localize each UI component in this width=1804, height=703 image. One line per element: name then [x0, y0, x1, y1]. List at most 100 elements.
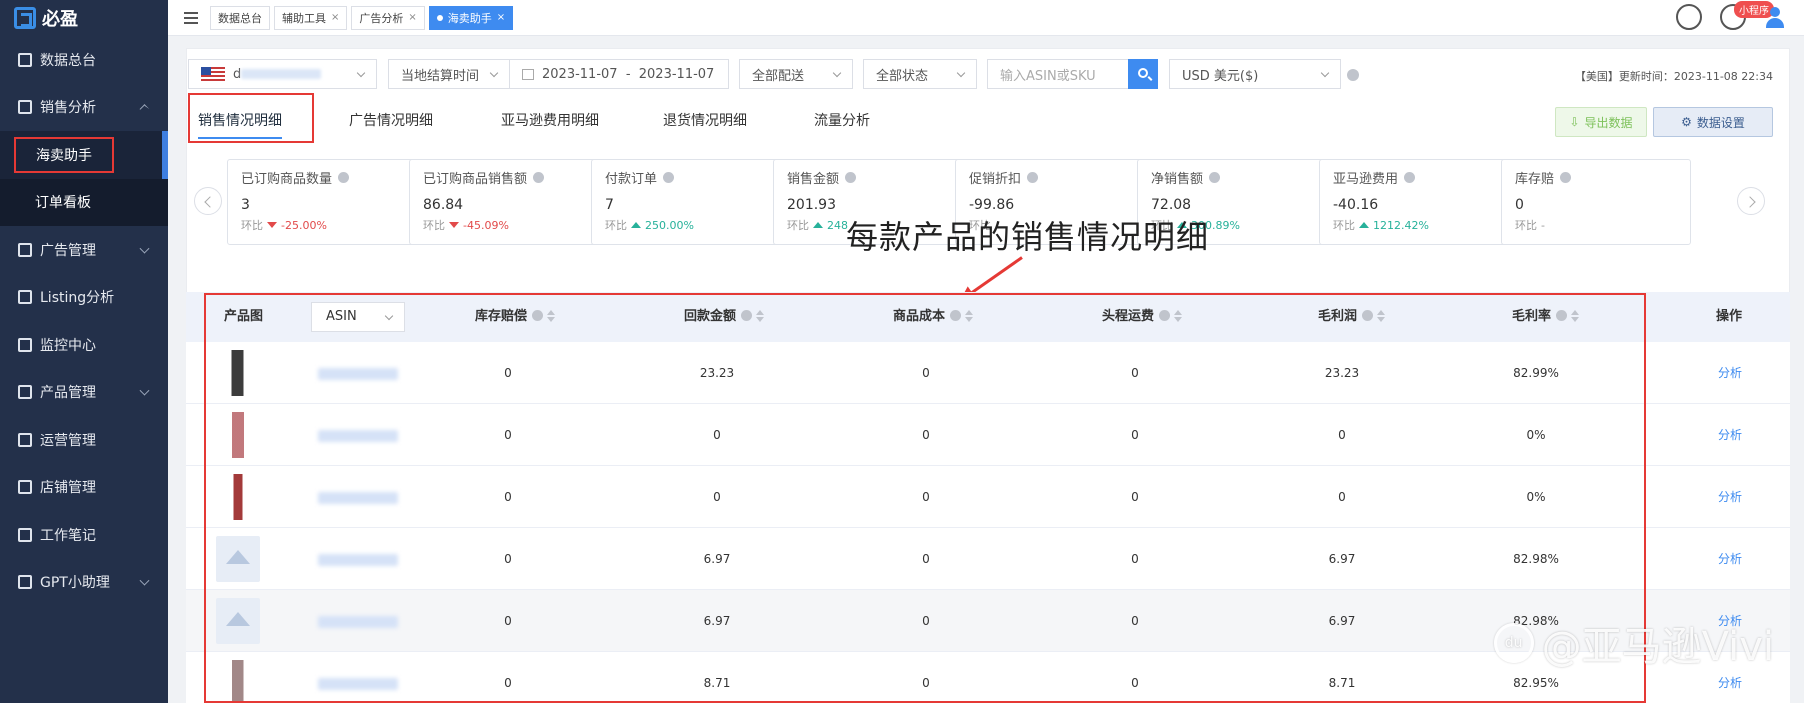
sidebar-item-dashboard[interactable]: 数据总台 [0, 36, 168, 84]
help-icon[interactable] [532, 310, 544, 321]
product-image[interactable] [216, 350, 260, 396]
product-image[interactable] [216, 660, 260, 703]
store-select[interactable]: d [188, 59, 377, 89]
user-icon [18, 432, 32, 447]
status-select[interactable]: 全部状态 [863, 59, 977, 89]
note-icon [18, 527, 32, 542]
header-label: 库存赔偿 [475, 309, 528, 324]
currency-select[interactable]: USD 美元($) [1169, 59, 1341, 89]
help-icon[interactable] [1159, 310, 1171, 321]
date-range-picker[interactable]: 2023-11-07 - 2023-11-07 [509, 59, 729, 89]
help-icon[interactable] [950, 310, 962, 321]
help-icon[interactable] [845, 172, 857, 183]
help-icon[interactable] [741, 310, 753, 321]
sidebar-item-label: Listing分析 [40, 290, 115, 307]
product-image[interactable] [216, 412, 260, 458]
sidebar-item-gpt-assistant[interactable]: GPT小助理 [0, 559, 168, 607]
sidebar-item-work-notes[interactable]: 工作笔记 [0, 511, 168, 559]
metric-change: 环比 1212.42% [1333, 217, 1508, 233]
tab-amazon-fee-detail[interactable]: 亚马逊费用明细 [501, 101, 599, 141]
header-compensation[interactable]: 库存赔偿 [475, 292, 556, 342]
help-icon[interactable] [1347, 69, 1359, 81]
analyze-link[interactable]: 分析 [1670, 466, 1790, 528]
change-prefix: 环比 [241, 219, 263, 232]
close-icon[interactable]: × [331, 12, 339, 23]
close-icon[interactable]: × [408, 12, 416, 23]
sort-icon[interactable] [1174, 310, 1183, 322]
analyze-link[interactable]: 分析 [1670, 342, 1790, 404]
header-cost[interactable]: 商品成本 [893, 292, 974, 342]
metric-value: 3 [241, 197, 250, 213]
sidebar-item-sales-analysis[interactable]: 销售分析 [0, 84, 168, 132]
search-button[interactable] [1128, 59, 1158, 89]
page-tab-ad-analysis[interactable]: 广告分析 × [351, 5, 425, 30]
header-label: 操作 [1716, 309, 1743, 324]
shipping-select[interactable]: 全部配送 [739, 59, 853, 89]
product-image[interactable] [216, 474, 260, 520]
metric-value: 0 [1515, 197, 1524, 213]
help-icon[interactable] [1560, 172, 1572, 183]
sort-icon[interactable] [1377, 310, 1386, 322]
avatar[interactable] [1764, 5, 1786, 29]
product-image[interactable] [216, 598, 260, 644]
sidebar-item-label: 数据总台 [40, 52, 96, 69]
download-icon[interactable] [1676, 4, 1702, 30]
cell-profit: 8.71 [1328, 676, 1356, 690]
sort-icon[interactable] [1571, 310, 1580, 322]
scroll-right-button[interactable] [1737, 187, 1765, 215]
help-icon[interactable] [338, 172, 350, 183]
help-icon[interactable] [1027, 172, 1039, 183]
data-settings-button[interactable]: ⚙ 数据设置 [1653, 107, 1773, 137]
sidebar-item-operations[interactable]: 运营管理 [0, 416, 168, 464]
asin-search-input[interactable]: 输入ASIN或SKU [987, 59, 1129, 89]
help-icon[interactable] [1404, 172, 1416, 183]
analyze-link[interactable]: 分析 [1670, 404, 1790, 466]
sort-icon[interactable] [756, 310, 765, 322]
sidebar: 必盈 数据总台 销售分析 海卖助手 订单看板 广告管理 Listing分析 监控… [0, 0, 168, 703]
tab-return-detail[interactable]: 退货情况明细 [663, 101, 747, 141]
asin-select[interactable]: ASIN [311, 302, 405, 332]
sidebar-item-product-management[interactable]: 产品管理 [0, 369, 168, 417]
sidebar-item-order-board[interactable]: 订单看板 [0, 178, 168, 226]
sidebar-item-listing-analysis[interactable]: Listing分析 [0, 274, 168, 322]
up-arrow-icon [631, 222, 641, 228]
header-profit[interactable]: 毛利润 [1318, 292, 1386, 342]
mini-program-icon[interactable]: 小程序 [1720, 1, 1774, 30]
page-tab-haimai[interactable]: 海卖助手 × [428, 5, 514, 30]
help-icon[interactable] [1556, 310, 1568, 321]
tab-ad-detail[interactable]: 广告情况明细 [349, 101, 433, 141]
metric-label: 亚马逊费用 [1333, 168, 1508, 187]
sort-icon[interactable] [965, 310, 974, 322]
menu-icon[interactable] [184, 9, 198, 27]
sort-icon[interactable] [547, 310, 556, 322]
tab-traffic-analysis[interactable]: 流量分析 [814, 101, 870, 141]
export-button[interactable]: ⇩ 导出数据 [1555, 107, 1647, 137]
help-icon[interactable] [533, 172, 545, 183]
header-refund[interactable]: 回款金额 [684, 292, 765, 342]
store-value: d [233, 66, 242, 82]
header-margin[interactable]: 毛利率 [1512, 292, 1580, 342]
help-icon[interactable] [663, 172, 675, 183]
help-icon[interactable] [1362, 310, 1374, 321]
page-tab-dashboard[interactable]: 数据总台 [210, 5, 270, 30]
sidebar-item-ad-management[interactable]: 广告管理 [0, 226, 168, 274]
settlement-select[interactable]: 当地结算时间 [388, 59, 510, 89]
cell-compensation: 0 [504, 676, 512, 690]
sidebar-item-store-management[interactable]: 店铺管理 [0, 464, 168, 512]
brand-logo[interactable]: 必盈 [0, 0, 168, 36]
cell-shipping: 0 [1131, 676, 1139, 690]
header-shipping[interactable]: 头程运费 [1102, 292, 1183, 342]
page-tab-label: 辅助工具 [282, 11, 326, 25]
product-image[interactable] [216, 536, 260, 582]
page-tab-tools[interactable]: 辅助工具 × [274, 5, 348, 30]
update-time: 【美国】更新时间：2023-11-08 22:34 [1574, 70, 1773, 83]
close-icon[interactable]: × [497, 12, 505, 23]
tab-sales-detail[interactable]: 销售情况明细 [188, 93, 314, 143]
change-prefix: 环比 [1333, 219, 1355, 232]
sidebar-item-monitor-center[interactable]: 监控中心 [0, 321, 168, 369]
help-icon[interactable] [1209, 172, 1221, 183]
scroll-left-button[interactable] [194, 187, 222, 215]
sidebar-item-haimai-assistant[interactable]: 海卖助手 [0, 131, 168, 179]
analyze-link[interactable]: 分析 [1670, 528, 1790, 590]
cell-cost: 0 [922, 552, 930, 566]
